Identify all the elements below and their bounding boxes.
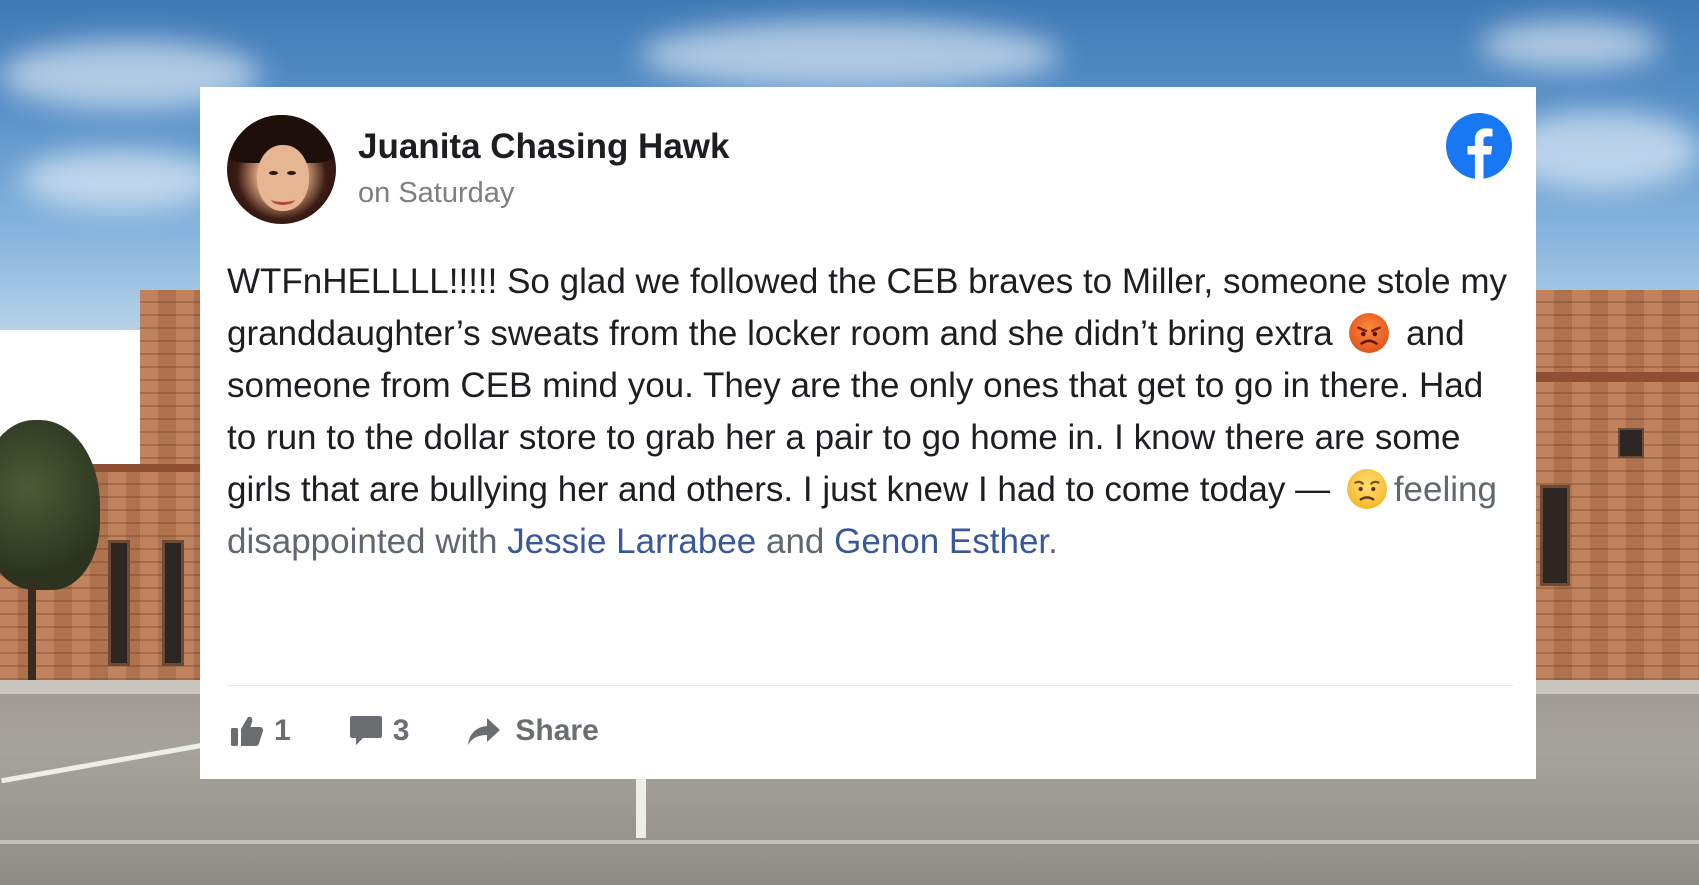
comment-count: 3 (392, 714, 410, 747)
post-actions-bar: 1 3 Share (230, 709, 599, 753)
share-arrow-icon (468, 718, 501, 745)
comment-icon (349, 716, 382, 745)
facebook-icon[interactable] (1446, 113, 1512, 179)
post-text-part1: WTFnHELLLL!!!!! So glad we followed the … (227, 262, 1508, 353)
window (108, 540, 130, 666)
post-text-end: . (1048, 522, 1058, 561)
share-label: Share (515, 714, 599, 747)
disappointed-face-emoji (1346, 469, 1387, 509)
cloud (20, 150, 220, 210)
avatar[interactable] (227, 115, 336, 224)
tag-conjunction: and (765, 522, 825, 561)
tree-trunk (28, 580, 36, 680)
author-name[interactable]: Juanita Chasing Hawk (358, 129, 729, 164)
window (162, 540, 184, 666)
window (1618, 428, 1644, 458)
post-timestamp[interactable]: on Saturday (358, 179, 514, 208)
post-text: WTFnHELLLL!!!!! So glad we followed the … (227, 256, 1517, 568)
like-count: 1 (274, 714, 291, 747)
divider (227, 685, 1513, 686)
window (1540, 485, 1570, 586)
like-button[interactable]: 1 (230, 714, 291, 748)
tree (0, 420, 100, 590)
cloud (1480, 20, 1660, 70)
tagged-friend-link[interactable]: Genon Esther (834, 522, 1048, 561)
facebook-post-card: Juanita Chasing Hawk on Saturday WTFnHEL… (200, 87, 1536, 779)
cloud (640, 20, 1060, 90)
tagged-friend-link[interactable]: Jessie Larrabee (507, 522, 756, 561)
comment-button[interactable]: 3 (349, 714, 410, 748)
parking-line (0, 840, 1699, 844)
parking-line (636, 778, 646, 838)
angry-face-emoji (1349, 313, 1390, 353)
roof-trim (1536, 372, 1699, 382)
thumbs-up-icon (231, 716, 264, 746)
share-button[interactable]: Share (467, 714, 599, 748)
